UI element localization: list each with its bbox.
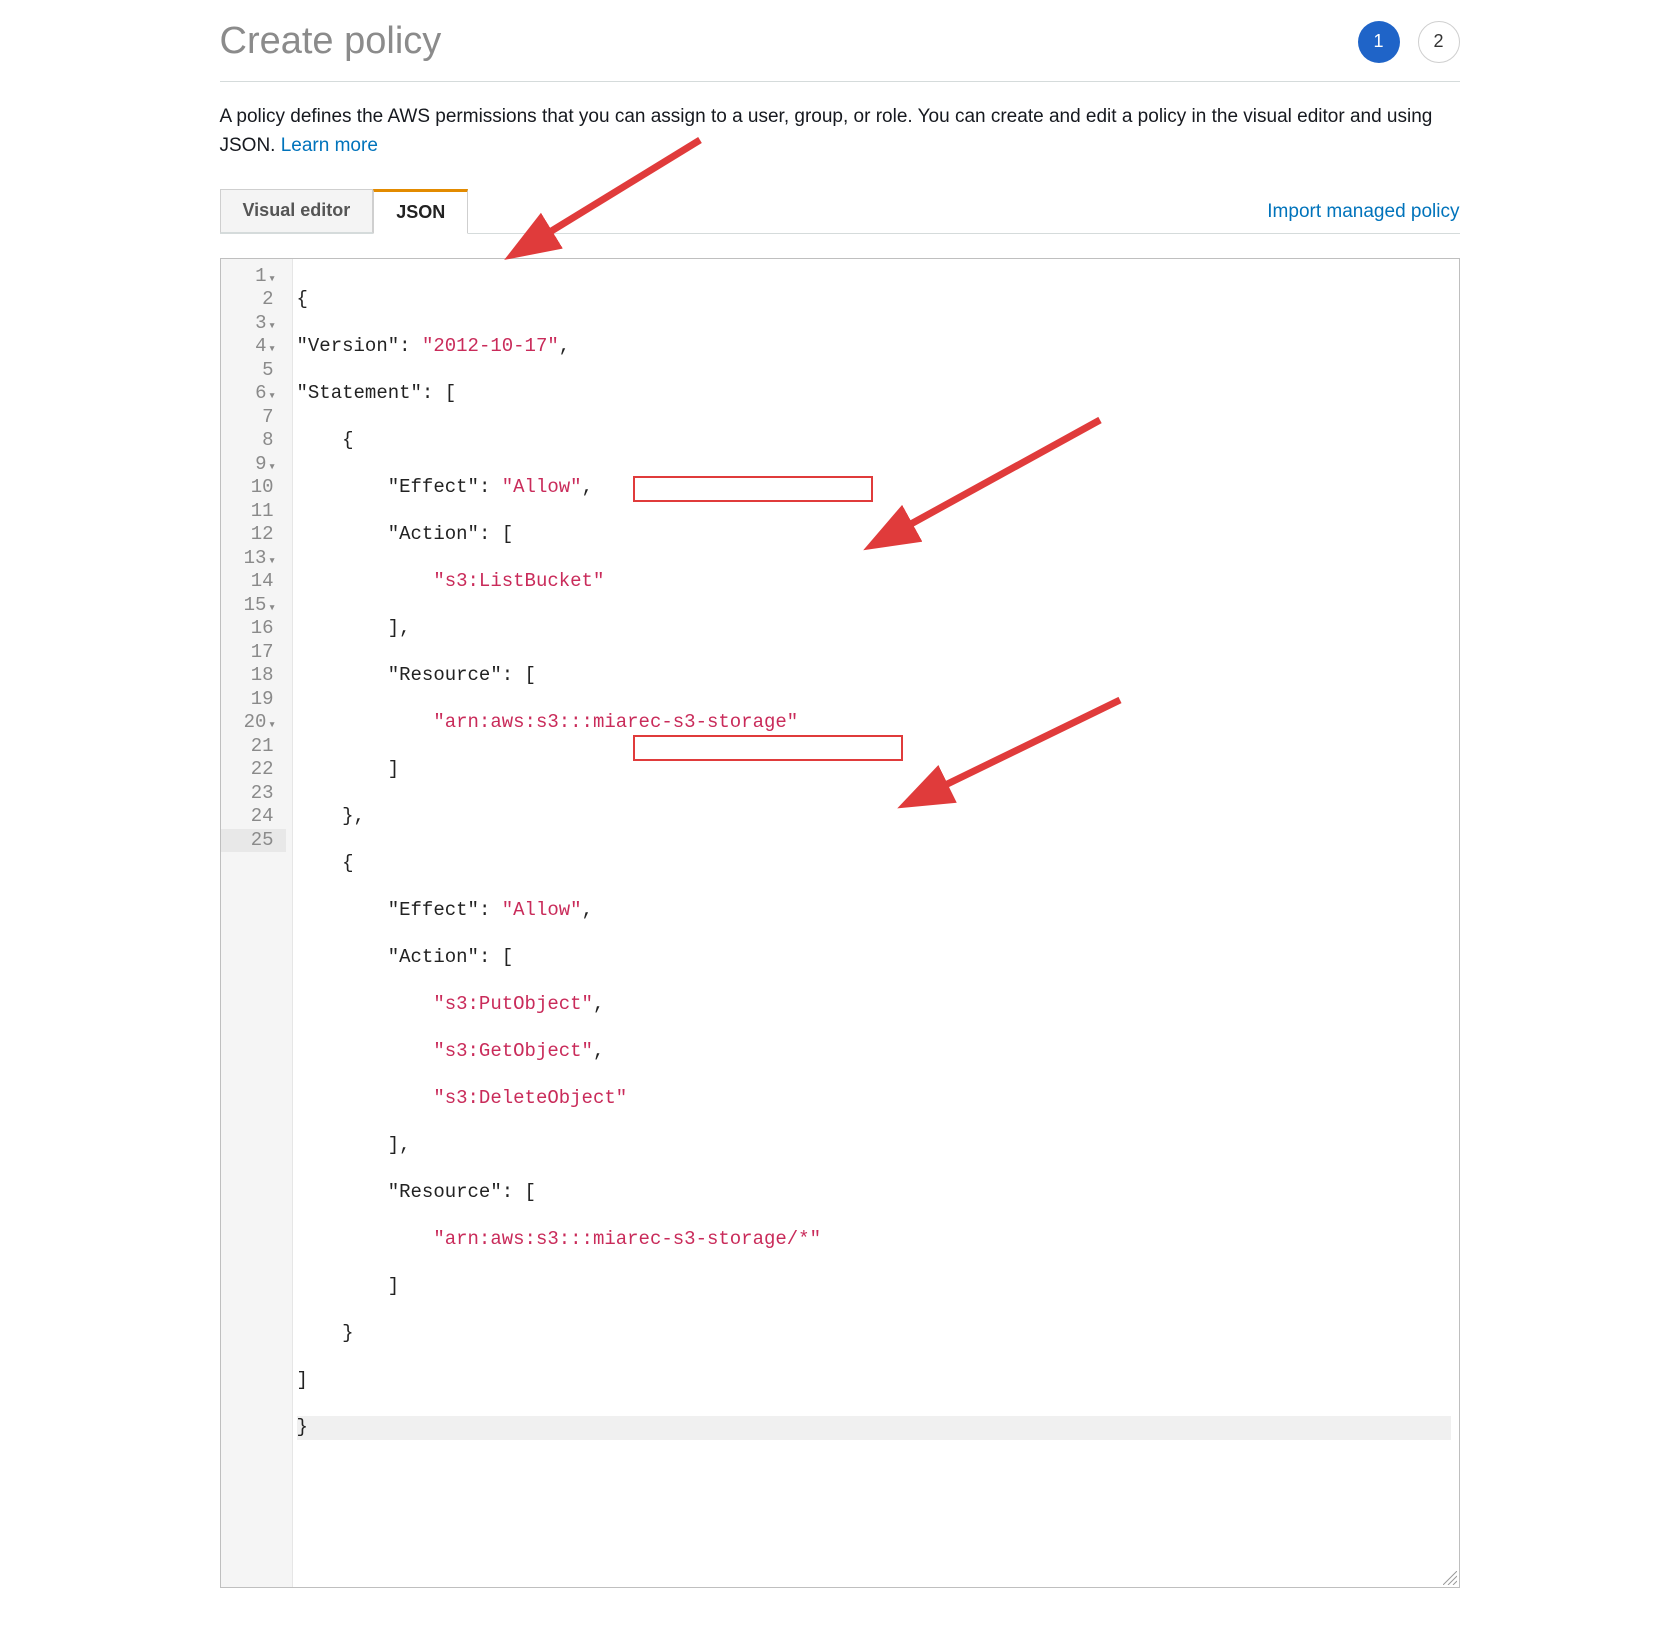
gutter-line-number: 10 <box>221 476 286 500</box>
header-row: Create policy 1 2 <box>220 20 1460 82</box>
annotation-highlight-box-2 <box>633 735 903 761</box>
gutter-line-number: 16 <box>221 617 286 641</box>
code-line: { <box>297 429 354 451</box>
code-line: "s3:GetObject" <box>297 1040 593 1062</box>
code-line: { <box>297 288 308 310</box>
gutter-line-number: 18 <box>221 664 286 688</box>
editor-code[interactable]: { "Version": "2012-10-17", "Statement": … <box>293 259 1459 1587</box>
learn-more-link[interactable]: Learn more <box>281 135 378 156</box>
import-managed-policy-link[interactable]: Import managed policy <box>1267 201 1459 233</box>
code-line: "s3:DeleteObject" <box>297 1087 628 1109</box>
code-line: "arn:aws:s3:::miarec-s3-storage/*" <box>297 1228 822 1250</box>
page-title: Create policy <box>220 20 442 63</box>
gutter-line-number: 17 <box>221 641 286 665</box>
gutter-line-number: 22 <box>221 758 286 782</box>
page-root: Create policy 1 2 A policy defines the A… <box>220 0 1460 1628</box>
gutter-line-number: 24 <box>221 805 286 829</box>
wizard-step-1[interactable]: 1 <box>1358 21 1400 63</box>
wizard-step-2[interactable]: 2 <box>1418 21 1460 63</box>
code-line: ] <box>297 1369 308 1391</box>
code-line: "Resource" <box>297 1181 502 1203</box>
policy-description-text: A policy defines the AWS permissions tha… <box>220 106 1433 156</box>
gutter-line-number: 13 <box>221 547 286 571</box>
code-line: "s3:PutObject" <box>297 993 593 1015</box>
gutter-line-number: 3 <box>221 312 286 336</box>
wizard-steps: 1 2 <box>1358 21 1460 63</box>
policy-description: A policy defines the AWS permissions tha… <box>220 102 1460 161</box>
code-line: "Action" <box>297 523 479 545</box>
gutter-line-number: 12 <box>221 523 286 547</box>
json-editor[interactable]: 1234567891011121314151617181920212223242… <box>220 258 1460 1588</box>
code-line: ] <box>297 1275 400 1297</box>
gutter-line-number: 15 <box>221 594 286 618</box>
code-line: "Action" <box>297 946 479 968</box>
tab-json[interactable]: JSON <box>373 189 468 234</box>
editor-tabs: Visual editor JSON <box>220 189 469 233</box>
gutter-line-number: 21 <box>221 735 286 759</box>
gutter-line-number: 5 <box>221 359 286 383</box>
gutter-line-number: 8 <box>221 429 286 453</box>
gutter-line-number: 11 <box>221 500 286 524</box>
tab-visual-editor[interactable]: Visual editor <box>220 189 374 233</box>
gutter-line-number: 2 <box>221 288 286 312</box>
gutter-line-number: 6 <box>221 382 286 406</box>
editor-gutter: 1234567891011121314151617181920212223242… <box>221 259 293 1587</box>
code-line: "arn:aws:s3:::miarec-s3-storage" <box>297 711 799 733</box>
code-line: ] <box>297 758 400 780</box>
gutter-line-number: 19 <box>221 688 286 712</box>
gutter-line-number: 1 <box>221 265 286 289</box>
code-line: }, <box>297 805 365 827</box>
json-editor-surface[interactable]: 1234567891011121314151617181920212223242… <box>221 259 1459 1587</box>
code-line: "Resource" <box>297 664 502 686</box>
gutter-line-number: 4 <box>221 335 286 359</box>
code-line: { <box>297 852 354 874</box>
gutter-line-number: 7 <box>221 406 286 430</box>
gutter-line-number: 20 <box>221 711 286 735</box>
code-line: ], <box>297 1134 411 1156</box>
code-line: "Effect" <box>297 899 479 921</box>
code-line: "s3:ListBucket" <box>297 570 605 592</box>
code-line: "Effect" <box>297 476 479 498</box>
gutter-line-number: 14 <box>221 570 286 594</box>
resize-handle-icon[interactable] <box>1443 1571 1457 1585</box>
gutter-line-number: 9 <box>221 453 286 477</box>
code-line: } <box>297 1322 354 1344</box>
code-line: } <box>297 1416 308 1438</box>
code-line: "Version" <box>297 335 400 357</box>
code-line: "Statement" <box>297 382 422 404</box>
gutter-line-number: 25 <box>221 829 286 853</box>
gutter-line-number: 23 <box>221 782 286 806</box>
tabs-row: Visual editor JSON Import managed policy <box>220 189 1460 234</box>
code-line: ], <box>297 617 411 639</box>
